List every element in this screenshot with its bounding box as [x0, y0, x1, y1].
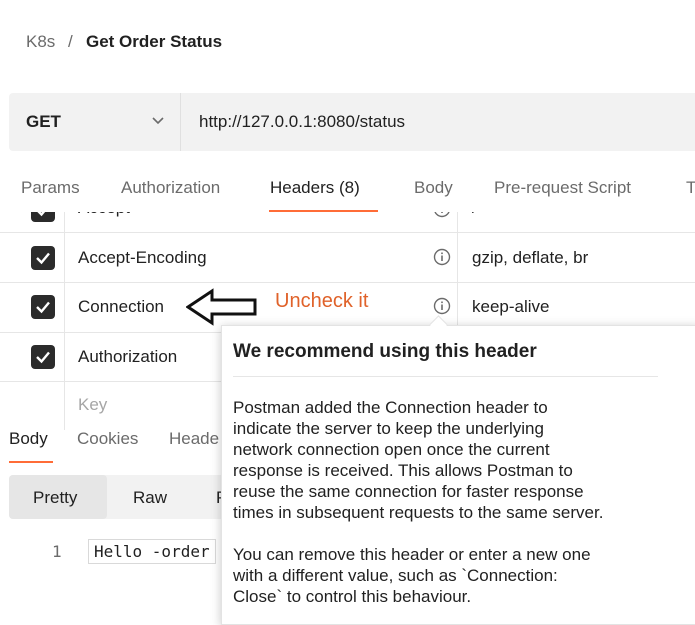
tooltip-line: times in subsequent requests to the same…	[233, 503, 604, 522]
tab-body[interactable]: Body	[414, 178, 453, 198]
header-checkbox[interactable]	[31, 246, 55, 270]
header-key[interactable]: Accept-Encoding	[78, 248, 207, 268]
annotation-text: Uncheck it	[275, 290, 369, 312]
column-divider	[64, 212, 65, 430]
tab-headers[interactable]: Headers (8)	[270, 178, 360, 198]
response-body-text[interactable]: Hello -order	[88, 539, 216, 564]
header-key[interactable]: Connection	[78, 297, 164, 317]
info-icon[interactable]	[433, 212, 451, 218]
view-mode-raw[interactable]: Raw	[133, 488, 167, 508]
request-title[interactable]: Get Order Status	[86, 32, 222, 52]
response-tab-body[interactable]: Body	[9, 429, 48, 449]
row-divider	[0, 282, 695, 283]
header-row-accept: Accept /	[0, 212, 695, 232]
active-response-tab-indicator	[9, 461, 53, 463]
tooltip-title: We recommend using this header	[233, 341, 537, 362]
header-checkbox[interactable]	[31, 212, 55, 222]
tooltip-line: reuse the same connection for faster res…	[233, 482, 584, 501]
tooltip-line: network connection open once the current	[233, 440, 550, 459]
header-key[interactable]: Accept	[78, 212, 130, 218]
tooltip-line: response is received. This allows Postma…	[233, 461, 573, 480]
tooltip-line: indicate the server to keep the underlyi…	[233, 419, 544, 438]
connection-header-checkbox[interactable]	[31, 295, 55, 319]
tab-pre-request-script[interactable]: Pre-request Script	[494, 178, 631, 198]
tooltip-line: You can remove this header or enter a ne…	[233, 545, 591, 564]
breadcrumb-separator: /	[68, 32, 73, 51]
header-key[interactable]: Authorization	[78, 347, 177, 367]
tooltip-line: with a different value, such as `Connect…	[233, 566, 558, 585]
url-input[interactable]: http://127.0.0.1:8080/status	[199, 112, 405, 132]
tooltip-line: Close` to control this behaviour.	[233, 587, 472, 606]
tab-params[interactable]: Params	[21, 178, 80, 198]
tooltip-line: Postman added the Connection header to	[233, 398, 548, 417]
breadcrumb-parent[interactable]: K8s	[26, 32, 55, 52]
response-tab-headers[interactable]: Heade	[169, 429, 219, 449]
header-value[interactable]: keep-alive	[472, 297, 550, 317]
tab-tests[interactable]: T	[686, 178, 695, 198]
header-checkbox[interactable]	[31, 345, 55, 369]
tab-authorization[interactable]: Authorization	[121, 178, 220, 198]
tooltip-divider	[233, 376, 658, 377]
new-header-key-input[interactable]: Key	[78, 395, 107, 415]
info-icon[interactable]	[433, 248, 451, 266]
annotation-arrow-icon	[186, 288, 257, 326]
chevron-down-icon	[152, 117, 164, 125]
header-value[interactable]: gzip, deflate, br	[472, 248, 588, 268]
response-tab-cookies[interactable]: Cookies	[77, 429, 138, 449]
method-label: GET	[26, 112, 61, 131]
header-value[interactable]: /	[472, 212, 477, 218]
info-icon[interactable]	[433, 297, 451, 315]
view-mode-pretty[interactable]: Pretty	[33, 488, 77, 508]
row-divider	[0, 232, 695, 233]
line-number: 1	[52, 542, 62, 561]
